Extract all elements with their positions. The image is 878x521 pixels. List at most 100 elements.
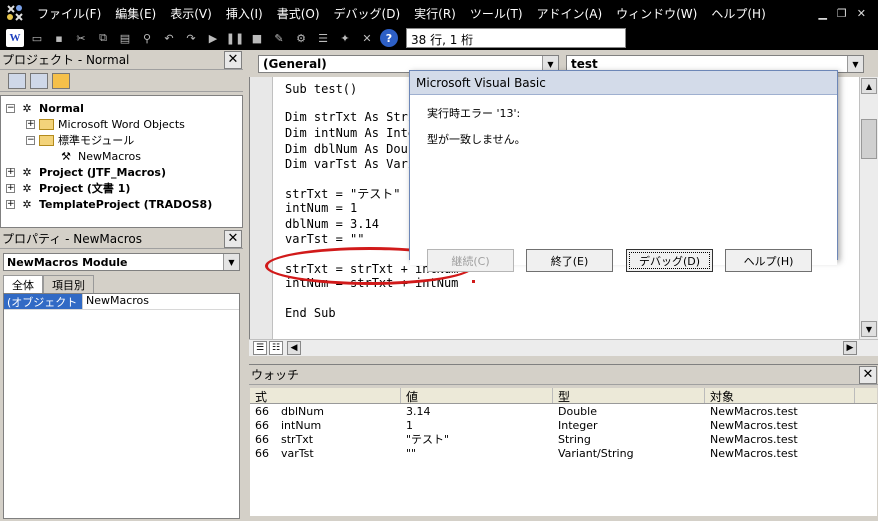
paste-icon[interactable]: ▤ [116,29,134,47]
collapse-icon[interactable]: − [6,103,15,113]
vba-project-icon: ✲ [22,101,32,115]
code-line[interactable]: End Sub [285,306,336,320]
menu-edit[interactable]: 編集(E) [108,5,163,22]
tree-node-word-objects[interactable]: + Microsoft Word Objects [1,116,242,132]
menu-bar: ファイル(F) 編集(E) 表示(V) 挿入(I) 書式(O) デバッグ(D) … [0,0,878,26]
view-object-icon[interactable] [30,72,48,89]
code-line[interactable]: Dim intNum As Inte [285,126,415,140]
close-icon[interactable]: ✕ [857,7,866,20]
view-code-icon[interactable] [8,72,26,89]
close-watch-window-button[interactable]: ✕ [859,365,877,384]
column-value[interactable]: 値 [401,388,553,403]
toolbox-icon[interactable]: ✕ [358,29,376,47]
menu-file[interactable]: ファイル(F) [30,5,108,22]
tree-node-normal[interactable]: − ✲ Normal [1,100,242,116]
menu-format[interactable]: 書式(O) [270,5,327,22]
menu-run[interactable]: 実行(R) [407,5,463,22]
tree-node-jtf-macros[interactable]: + ✲ Project (JTF_Macros) [1,164,242,180]
tree-node-standard-modules[interactable]: − 標準モジュール [1,132,242,148]
tree-node-document1[interactable]: + ✲ Project (文書 1) [1,180,242,196]
property-row[interactable]: (オブジェクト名) NewMacros [4,294,239,325]
tab-categorized[interactable]: 項目別 [43,275,94,293]
continue-button[interactable]: 継続(C) [427,249,514,272]
debug-button[interactable]: デバッグ(D) [626,249,713,272]
full-module-view-icon[interactable]: ☷ [269,341,283,355]
redo-icon[interactable]: ↷ [182,29,200,47]
menu-addins[interactable]: アドイン(A) [530,5,610,22]
properties-window-icon[interactable]: ☰ [314,29,332,47]
close-project-panel-button[interactable]: ✕ [224,50,242,69]
chevron-down-icon[interactable]: ▼ [847,56,863,72]
expand-icon[interactable]: + [6,167,15,177]
scroll-down-icon[interactable]: ▼ [861,321,877,337]
code-line[interactable]: varTst = "" [285,232,364,246]
toggle-folders-icon[interactable] [52,72,70,89]
code-line[interactable]: Dim strTxt As Stri [285,110,415,124]
menu-tools[interactable]: ツール(T) [463,5,530,22]
close-properties-panel-button[interactable]: ✕ [224,229,242,248]
object-browser-icon[interactable]: ✦ [336,29,354,47]
find-icon[interactable]: ⚲ [138,29,156,47]
chevron-down-icon[interactable]: ▼ [223,254,239,270]
scroll-left-icon[interactable]: ◀ [287,341,301,355]
watch-row[interactable]: 66 intNum 1 Integer NewMacros.test [250,418,877,432]
watch-row[interactable]: 66 varTst "" Variant/String NewMacros.tes… [250,446,877,460]
error-message-text: 型が一致しません。 [427,133,526,146]
dialog-titlebar[interactable]: Microsoft Visual Basic [410,71,837,95]
menu-help[interactable]: ヘルプ(H) [704,5,772,22]
code-line[interactable]: intNum = 1 [285,201,357,215]
watch-row[interactable]: 66 strTxt "テスト" String NewMacros.test [250,432,877,447]
scroll-up-icon[interactable]: ▲ [861,78,877,94]
code-line[interactable]: dblNum = 3.14 [285,217,379,231]
collapse-icon[interactable]: − [26,135,35,145]
code-line[interactable]: strTxt = "テスト" [285,185,400,202]
restore-icon[interactable]: ❐ [837,7,847,20]
expand-icon[interactable]: + [6,199,15,209]
copy-icon[interactable]: ⧉ [94,29,112,47]
property-value[interactable]: NewMacros [83,294,149,309]
vba-project-icon: ✲ [22,197,32,211]
code-line[interactable]: Dim dblNum As Doub [285,142,415,156]
menu-insert[interactable]: 挿入(I) [219,5,270,22]
insert-userform-icon[interactable]: ▭ [28,29,46,47]
minimize-icon[interactable]: ▁ [818,7,826,20]
column-type[interactable]: 型 [553,388,705,403]
code-horizontal-scrollbar[interactable]: ☰ ☷ ◀ ▶ [249,339,878,356]
code-margin[interactable] [250,77,273,339]
cut-icon[interactable]: ✂ [72,29,90,47]
word-view-icon[interactable]: W [6,29,24,47]
undo-icon[interactable]: ↶ [160,29,178,47]
column-context[interactable]: 対象 [705,388,855,403]
expand-icon[interactable]: + [6,183,15,193]
help-icon[interactable]: ? [380,29,398,47]
scroll-right-icon[interactable]: ▶ [843,341,857,355]
end-button[interactable]: 終了(E) [526,249,613,272]
cursor-position-label: 38 行, 1 桁 [406,28,626,48]
code-vertical-scrollbar[interactable]: ▲ ▼ [859,77,878,339]
tree-node-trados[interactable]: + ✲ TemplateProject (TRADOS8) [1,196,242,212]
watch-row[interactable]: 66 dblNum 3.14 Double NewMacros.test [250,404,877,418]
properties-panel: プロパティ - NewMacros ✕ NewMacros Module ▼ 全… [0,229,243,521]
design-mode-icon[interactable]: ✎ [270,29,288,47]
watch-window-titlebar: ウォッチ ✕ [249,365,878,385]
save-icon[interactable]: ▪ [50,29,68,47]
help-button[interactable]: ヘルプ(H) [725,249,812,272]
code-line[interactable]: Sub test() [285,82,357,96]
project-explorer-icon[interactable]: ⚙ [292,29,310,47]
property-key: (オブジェクト名) [4,294,83,325]
break-icon[interactable]: ❚❚ [226,29,244,47]
column-expression[interactable]: 式 [250,388,401,403]
tree-node-newmacros[interactable]: ⚒ NewMacros [1,148,242,164]
run-icon[interactable]: ▶ [204,29,222,47]
procedure-view-icon[interactable]: ☰ [253,341,267,355]
menu-view[interactable]: 表示(V) [163,5,219,22]
menu-debug[interactable]: デバッグ(D) [327,5,408,22]
expand-icon[interactable]: + [26,119,35,129]
vba-logo-icon[interactable] [0,0,30,26]
menu-window[interactable]: ウィンドウ(W) [609,5,704,22]
code-line[interactable]: Dim varTst As Vari [285,157,415,171]
reset-icon[interactable]: ■ [248,29,266,47]
object-combo[interactable]: NewMacros Module ▼ [3,253,240,271]
tab-alphabetic[interactable]: 全体 [3,275,43,293]
scroll-thumb[interactable] [861,119,877,159]
